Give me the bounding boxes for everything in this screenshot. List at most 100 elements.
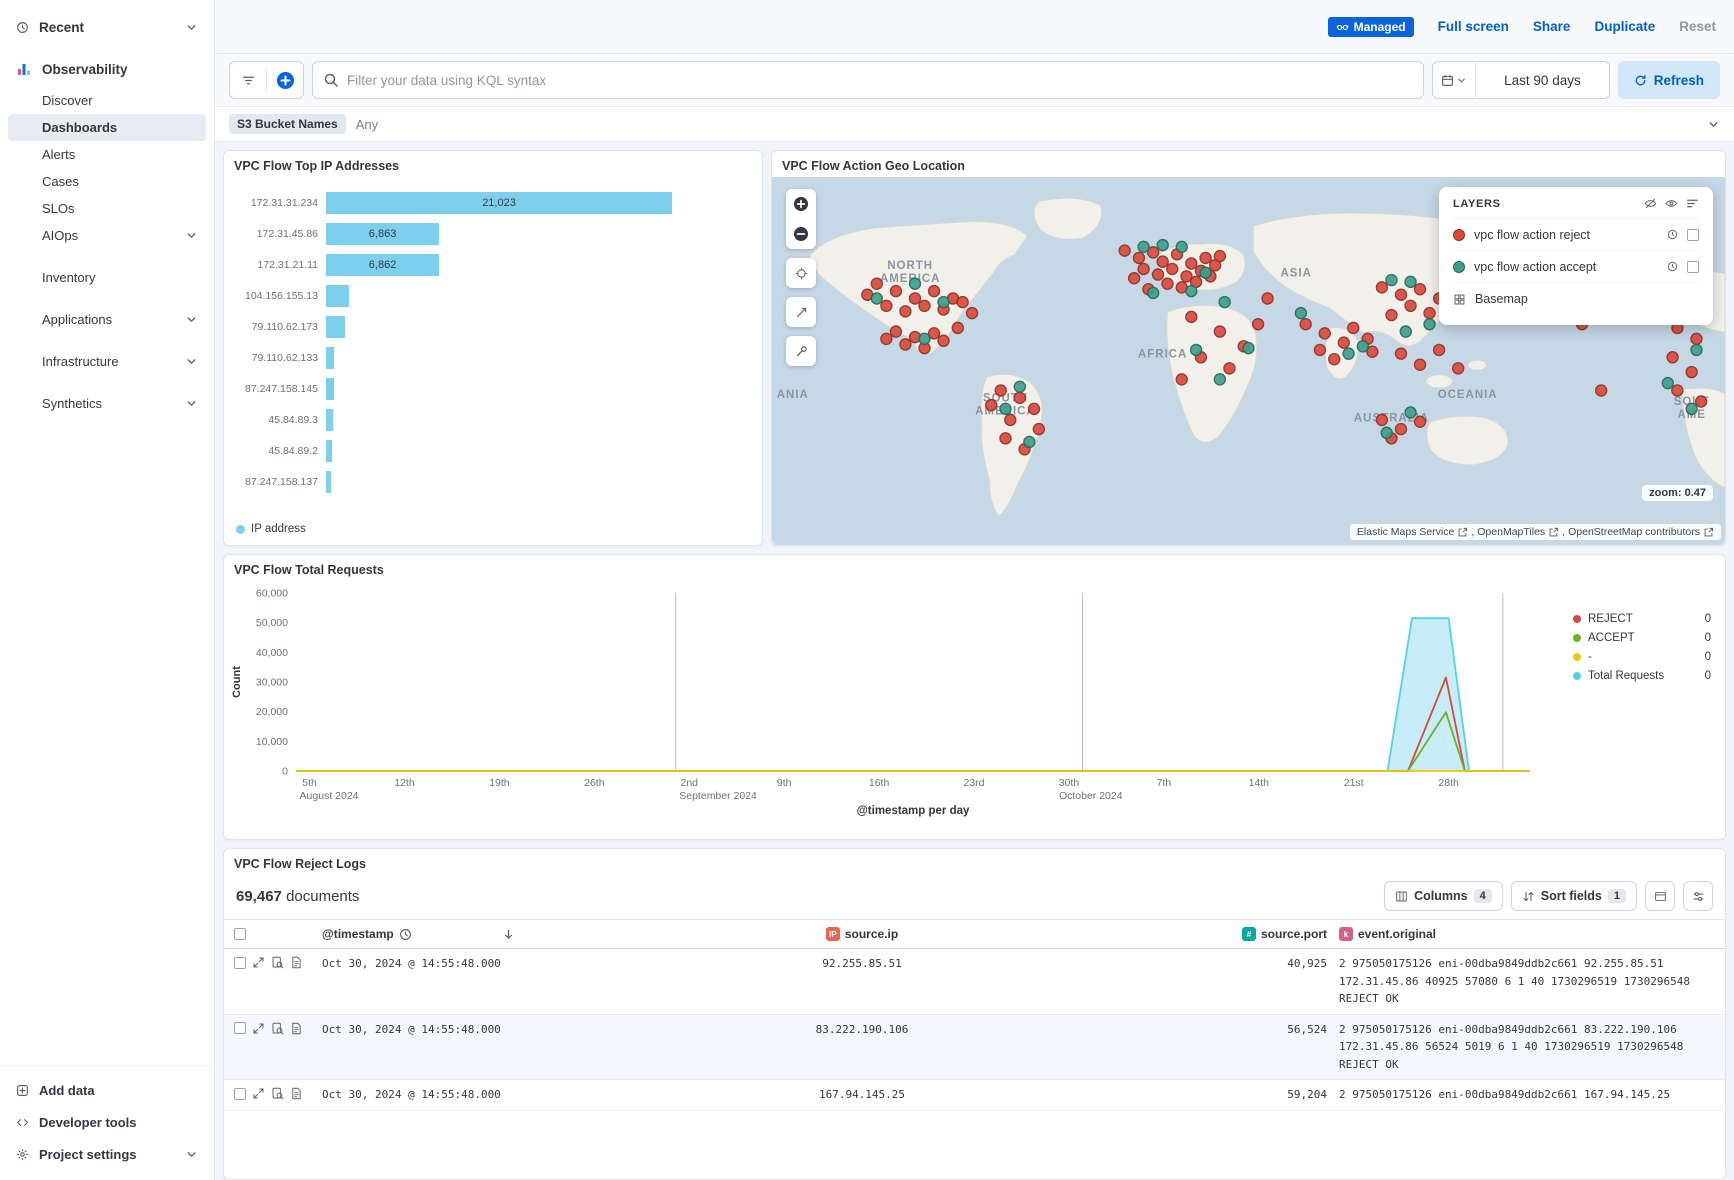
bar[interactable]: 6,862 (326, 254, 439, 276)
zoom-in-button[interactable] (786, 189, 816, 219)
date-picker[interactable]: Last 90 days (1432, 61, 1610, 99)
refresh-button[interactable]: Refresh (1618, 61, 1720, 99)
grid-settings-button[interactable] (1683, 881, 1713, 911)
filters-button[interactable] (230, 62, 266, 98)
expand-row-icon[interactable] (252, 1087, 265, 1100)
full-screen-button[interactable]: Full screen (1438, 19, 1509, 34)
sidebar-item-aiops[interactable]: AIOps (8, 222, 206, 249)
single-document-icon[interactable] (290, 1087, 303, 1100)
sidebar-item-cases[interactable]: Cases (8, 168, 206, 195)
bar[interactable] (326, 378, 334, 400)
chevron-down-icon[interactable] (1707, 118, 1720, 131)
chevron-down-icon[interactable] (185, 355, 198, 368)
attribution-link[interactable]: OpenMapTiles (1477, 526, 1545, 538)
duplicate-button[interactable]: Duplicate (1594, 19, 1655, 34)
view-document-icon[interactable] (271, 1022, 284, 1035)
sort-fields-button[interactable]: Sort fields 1 (1511, 881, 1637, 911)
basemap-grid-icon (1453, 293, 1466, 306)
bar[interactable] (326, 471, 331, 493)
layer-item-basemap[interactable]: Basemap (1453, 283, 1699, 315)
time-range-value[interactable]: Last 90 days (1476, 73, 1609, 88)
select-all-checkbox[interactable] (234, 928, 246, 940)
bar-chart-row: 87.247.158.145 (230, 373, 748, 404)
bar[interactable] (326, 347, 334, 369)
kql-search-box[interactable] (312, 61, 1424, 99)
bar[interactable] (326, 409, 333, 431)
sidebar-item-discover[interactable]: Discover (8, 87, 206, 114)
chevron-down-icon[interactable] (185, 1148, 198, 1161)
bar-chart-legend[interactable]: IP address (224, 517, 762, 545)
total-requests-chart[interactable]: 010,00020,00030,00040,00050,00060,0005th… (224, 581, 1564, 817)
sidebar-item-dashboards[interactable]: Dashboards (8, 114, 206, 141)
sidebar-item-slos[interactable]: SLOs (8, 195, 206, 222)
bar[interactable]: 6,863 (326, 223, 439, 245)
row-controls (224, 1080, 316, 1100)
layer-item-vpc-flow-action-reject[interactable]: vpc flow action reject (1453, 219, 1699, 251)
legend-dot (1573, 672, 1581, 680)
bar[interactable] (326, 285, 349, 307)
view-document-icon[interactable] (271, 956, 284, 969)
sidebar-recent[interactable]: Recent (0, 14, 214, 41)
bar[interactable] (326, 316, 345, 338)
single-document-icon[interactable] (290, 1022, 303, 1035)
search-input[interactable] (347, 73, 1413, 88)
legend-item--[interactable]: -0 (1573, 651, 1711, 663)
layer-item-vpc-flow-action-accept[interactable]: vpc flow action accept (1453, 251, 1699, 283)
sidebar-footer-developer-tools[interactable]: Developer tools (8, 1106, 206, 1138)
zoom-out-button[interactable] (786, 219, 816, 249)
sidebar-item-alerts[interactable]: Alerts (8, 141, 206, 168)
external-link-icon[interactable] (1548, 527, 1559, 538)
map-tools-button[interactable] (786, 336, 816, 366)
map[interactable]: NORTHAMERICASOUTHAMERICAAFRICAASIAOCEANI… (772, 177, 1725, 545)
layer-checkbox[interactable] (1687, 261, 1699, 273)
column-header-timestamp[interactable]: @timestamp (316, 927, 521, 941)
sort-desc-icon[interactable] (502, 928, 515, 941)
chevron-down-icon[interactable] (185, 313, 198, 326)
attribution-link[interactable]: Elastic Maps Service (1357, 526, 1454, 538)
legend-item-reject[interactable]: REJECT0 (1573, 613, 1711, 625)
row-checkbox[interactable] (234, 1022, 246, 1034)
legend-value: 0 (1705, 613, 1711, 625)
attribution-link[interactable]: OpenStreetMap contributors (1568, 526, 1700, 538)
row-checkbox[interactable] (234, 957, 246, 969)
set-view-button[interactable] (786, 258, 816, 288)
chevron-down-icon[interactable] (185, 397, 198, 410)
single-document-icon[interactable] (290, 956, 303, 969)
sidebar-item-infrastructure[interactable]: Infrastructure (8, 348, 206, 375)
bar[interactable]: 21,023 (326, 192, 672, 214)
layer-checkbox[interactable] (1687, 229, 1699, 241)
sidebar-observability[interactable]: Observability (0, 55, 214, 83)
column-header-source-port[interactable]: # source.port (1203, 927, 1333, 941)
chevron-down-icon[interactable] (185, 229, 198, 242)
external-link-icon[interactable] (1457, 527, 1468, 538)
bar[interactable] (326, 440, 332, 462)
columns-button[interactable]: Columns 4 (1384, 881, 1503, 911)
reset-button[interactable]: Reset (1679, 19, 1716, 34)
display-options-button[interactable] (1645, 881, 1675, 911)
managed-badge[interactable]: Managed (1328, 17, 1414, 37)
legend-item-total-requests[interactable]: Total Requests0 (1573, 670, 1711, 682)
measure-button[interactable] (786, 297, 816, 327)
hide-all-layers-icon[interactable] (1644, 197, 1657, 210)
sidebar-footer-project-settings[interactable]: Project settings (8, 1138, 206, 1170)
date-picker-toggle[interactable] (1433, 62, 1476, 98)
bar-chart-row: 79.110.62.133 (230, 342, 748, 373)
external-link-icon[interactable] (1703, 527, 1714, 538)
sidebar-item-inventory[interactable]: Inventory (8, 264, 206, 291)
control-group-value[interactable]: Any (356, 117, 1697, 132)
row-checkbox[interactable] (234, 1088, 246, 1100)
sidebar-item-synthetics[interactable]: Synthetics (8, 390, 206, 417)
expand-row-icon[interactable] (252, 956, 265, 969)
add-filter-button[interactable] (267, 62, 303, 98)
legend-item-accept[interactable]: ACCEPT0 (1573, 632, 1711, 644)
expand-row-icon[interactable] (252, 1022, 265, 1035)
share-button[interactable]: Share (1533, 19, 1571, 34)
layer-list-icon[interactable] (1686, 197, 1699, 210)
column-header-source-ip[interactable]: IP source.ip (521, 927, 1203, 941)
show-all-layers-icon[interactable] (1665, 197, 1678, 210)
view-document-icon[interactable] (271, 1087, 284, 1100)
sidebar-item-applications[interactable]: Applications (8, 306, 206, 333)
chevron-down-icon[interactable] (185, 21, 198, 34)
column-header-event-original[interactable]: k event.original (1333, 927, 1725, 941)
sidebar-footer-add-data[interactable]: Add data (8, 1074, 206, 1106)
